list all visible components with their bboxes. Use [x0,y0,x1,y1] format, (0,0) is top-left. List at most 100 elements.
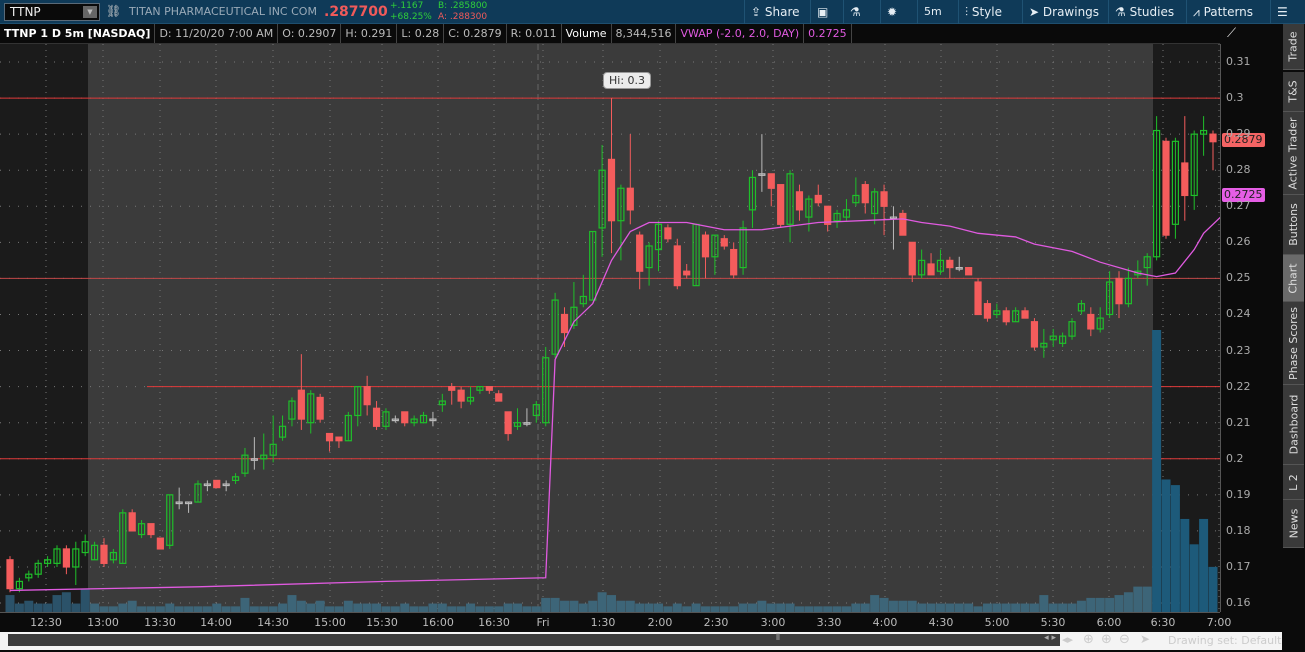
flask-button[interactable]: ⚗ [843,0,873,24]
time-tick-label: 13:30 [144,616,176,629]
zoom-in-icon[interactable]: ⊕ [1101,632,1112,647]
sidebar-tab-active-trader[interactable]: Active Trader [1283,112,1304,195]
gear-icon: ✹ [887,5,898,19]
time-axis[interactable]: 12:30 13:00 13:30 14:00 14:30 15:00 15:30 16:00… [0,612,1231,632]
candle-down [504,411,512,435]
scroll-arrows-icon[interactable]: ◂ ▸ [1044,633,1056,643]
sidebar-tab-label: Phase Scores [1287,306,1301,380]
drawing-set-label[interactable]: Drawing set: Default [1168,634,1281,647]
volume-bar [1048,603,1058,612]
volume-bar [165,603,175,612]
patterns-button[interactable]: ⩘ Patterns [1186,0,1266,24]
sidebar-tab-buttons[interactable]: Buttons [1283,195,1304,255]
candle-down [795,191,804,211]
volume-bar [1011,603,1021,612]
candle-down [100,544,108,564]
candle-down [1087,313,1095,330]
time-tick-label: 3:30 [816,616,842,629]
volume-bar [785,603,795,612]
volume-bar [372,603,382,612]
candle-down [777,184,785,225]
volume-bar [1001,603,1011,612]
scrollbar-thumb[interactable]: ⦀ ◂ ▸ [8,633,1060,646]
volume-bar [1123,592,1133,612]
candle-down [983,303,992,319]
share-icon: ⇪ [751,5,762,19]
link-icon[interactable]: ⛓ [106,4,121,18]
share-button[interactable]: ⇪ Share [744,0,808,24]
price-tick-label: 0.31 [1226,55,1251,68]
volume-bar [907,600,917,612]
volume-bar [1029,603,1039,612]
timeframe-button[interactable]: 5m [917,0,955,24]
settings-button[interactable]: ✹ [880,0,912,24]
crosshair-icon[interactable]: ⊕ [1083,632,1094,647]
volume-label: Volume [562,24,612,43]
volume-bar [343,600,353,612]
chart-title: TTNP 1 D 5m [NASDAQ] [0,24,156,43]
price-tick-label: 0.3 [1226,91,1244,105]
volume-bar [428,603,438,612]
volume-bar [466,603,476,612]
symbol-text: TTNP [10,5,41,19]
volume-bar [1152,330,1162,612]
candle-down [448,386,456,391]
volume-bar [550,597,560,612]
candle-down [861,184,869,204]
bar-open: O: 0.2907 [278,24,342,43]
vwap-value: 0.2725 [804,24,852,43]
time-tick-label: 12:30 [30,616,62,629]
volume-bar [1133,586,1143,612]
volume-bar [315,600,325,612]
volume-bar [43,603,53,612]
volume-bar [1114,595,1124,612]
candle-down [213,479,221,489]
horizontal-scrollbar[interactable]: ⦀ ◂ ▸ ◂▸ ⊕ ⊕ ⊖ ➤ Drawing set: Default [0,632,1282,650]
chevron-down-icon[interactable]: ▼ [83,6,97,18]
price-tick-label: 0.23 [1226,343,1251,357]
price-tick-label: 0.24 [1226,307,1251,321]
candle-down [767,173,775,189]
volume-bar [898,600,908,612]
axis-scale-icon[interactable]: ⟋ [1227,26,1236,41]
volume-bar [71,603,81,612]
sidebar-tab-news[interactable]: News [1283,500,1304,548]
bar-low: L: 0.28 [397,24,445,43]
drawings-button[interactable]: ➤ Drawings [1022,0,1102,24]
volume-bar [1105,597,1115,612]
info-icon: ▣ [817,5,829,19]
bar-close: C: 0.2879 [444,24,507,43]
menu-button[interactable]: ☰ [1270,0,1305,24]
studies-button[interactable]: ⚗ Studies [1108,0,1184,24]
sidebar-tab-dashboard[interactable]: Dashboard [1283,385,1304,465]
price-axis[interactable]: ⟋ 0.2879 0.2725 0.31 0.3 0.29 0.28 0.27 0.26 0… [1220,26,1282,612]
zoom-out-icon[interactable]: ⊖ [1119,632,1130,647]
sidebar-tab-t-s[interactable]: T&S [1283,72,1304,112]
candle-down [363,386,371,406]
volume-bar [1086,597,1096,612]
sidebar-tab-trade[interactable]: Trade [1283,24,1304,70]
symbol-selector[interactable]: TTNP ▼ [4,3,100,21]
candle-down [814,194,822,204]
candle-icon: ⫶ [965,5,969,19]
time-tick-label: 1:30 [590,616,616,629]
sidebar-tab-label: L 2 [1287,473,1300,491]
time-tick-label: Fri [536,616,550,629]
candle-down [899,212,907,236]
pointer-icon[interactable]: ➤ [1140,632,1150,646]
info-button[interactable]: ▣ [810,0,842,24]
style-label: Style [971,5,1002,19]
sidebar-tab-l-2[interactable]: L 2 [1283,465,1304,500]
volume-bar [578,603,588,612]
candle-down [1115,277,1123,305]
price-tick-label: 0.26 [1226,235,1251,249]
pan-icon[interactable]: ◂▸ [1062,633,1073,646]
style-button[interactable]: ⫶ Style [958,0,1018,24]
sidebar-tab-chart[interactable]: Chart [1283,255,1304,302]
sidebar-tab-phase-scores[interactable]: Phase Scores [1283,302,1304,385]
volume-bar [569,600,579,612]
candle-down [297,389,305,420]
cursor-icon: ➤ [1029,5,1040,19]
volume-bar [1161,479,1171,612]
price-chart[interactable] [0,44,1220,612]
